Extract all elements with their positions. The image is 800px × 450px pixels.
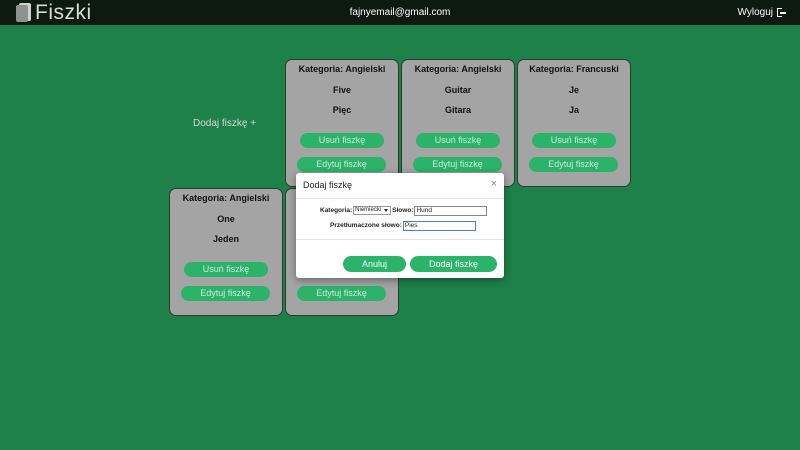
add-flashcard-link[interactable]: Dodaj fiszkę +	[193, 118, 256, 129]
flashcard: Kategoria: Angielski Five Pięc Usuń fisz…	[285, 59, 399, 187]
modal-header: Dodaj fiszkę ×	[296, 173, 504, 199]
translation-label: Przetłumaczone słowo:	[330, 222, 402, 229]
modal-footer: Anuluj Dodaj fiszkę	[296, 241, 504, 278]
flashcard-word: Je	[568, 85, 579, 95]
add-flashcard-button[interactable]: Dodaj fiszkę	[410, 256, 497, 272]
flashcard: Kategoria: Angielski One Jeden Usuń fisz…	[169, 188, 283, 316]
edit-flashcard-button[interactable]: Edytuj fiszkę	[297, 157, 386, 172]
logout-button[interactable]: Wyloguj	[738, 0, 786, 25]
flashcard-category: Kategoria: Francuski	[529, 64, 619, 74]
flashcard-translation: Pięc	[332, 105, 352, 115]
edit-flashcard-button[interactable]: Edytuj fiszkę	[181, 286, 270, 301]
flashcard-word: Five	[332, 85, 351, 95]
delete-flashcard-button[interactable]: Usuń fiszkę	[416, 133, 500, 148]
edit-flashcard-button[interactable]: Edytuj fiszkę	[413, 157, 502, 172]
logout-label: Wyloguj	[737, 7, 773, 18]
flashcard-category: Kategoria: Angielski	[414, 64, 502, 74]
flashcard-word: One	[217, 214, 235, 224]
flashcard-word: Guitar	[444, 85, 472, 95]
category-select[interactable]: Niemiecki	[353, 206, 392, 215]
edit-flashcard-button[interactable]: Edytuj fiszkę	[297, 286, 386, 301]
cancel-button[interactable]: Anuluj	[343, 256, 406, 272]
flashcard-category: Kategoria: Angielski	[298, 64, 386, 74]
delete-flashcard-button[interactable]: Usuń fiszkę	[532, 133, 616, 148]
flashcard: Kategoria: Angielski Guitar Gitara Usuń …	[401, 59, 515, 187]
category-label: Kategoria:	[320, 207, 353, 214]
flashcard-translation: Ja	[568, 105, 579, 115]
modal-body: Kategoria: Niemiecki Słowo: Przetłumaczo…	[296, 200, 504, 240]
form-row-translation: Przetłumaczone słowo:	[330, 220, 476, 231]
edit-flashcard-button[interactable]: Edytuj fiszkę	[529, 157, 618, 172]
delete-flashcard-button[interactable]: Usuń fiszkę	[300, 133, 384, 148]
sign-out-icon	[777, 8, 786, 17]
flashcard-translation: Jeden	[212, 234, 239, 244]
brand-logo[interactable]: Fiszki	[16, 2, 92, 23]
add-flashcard-modal: Dodaj fiszkę × Kategoria: Niemiecki Słow…	[296, 173, 504, 278]
brand-name: Fiszki	[35, 1, 92, 24]
user-email: fajnyemail@gmail.com	[349, 7, 451, 18]
navbar: Fiszki fajnyemail@gmail.com Wyloguj	[0, 0, 800, 25]
chevron-down-icon	[384, 209, 389, 212]
category-selected-value: Niemiecki	[355, 207, 382, 213]
delete-flashcard-button[interactable]: Usuń fiszkę	[184, 262, 268, 277]
modal-title: Dodaj fiszkę	[303, 180, 353, 190]
word-label: Słowo:	[392, 207, 414, 214]
word-input[interactable]	[414, 205, 488, 216]
flashcard-category: Kategoria: Angielski	[182, 193, 270, 203]
translation-input[interactable]	[402, 220, 476, 231]
flashcard-translation: Gitara	[444, 105, 471, 115]
flashcards-icon	[16, 3, 31, 22]
close-icon[interactable]: ×	[491, 177, 497, 191]
flashcard: Kategoria: Francuski Je Ja Usuń fiszkę E…	[517, 59, 631, 187]
form-row-category-word: Kategoria: Niemiecki Słowo:	[320, 205, 488, 216]
